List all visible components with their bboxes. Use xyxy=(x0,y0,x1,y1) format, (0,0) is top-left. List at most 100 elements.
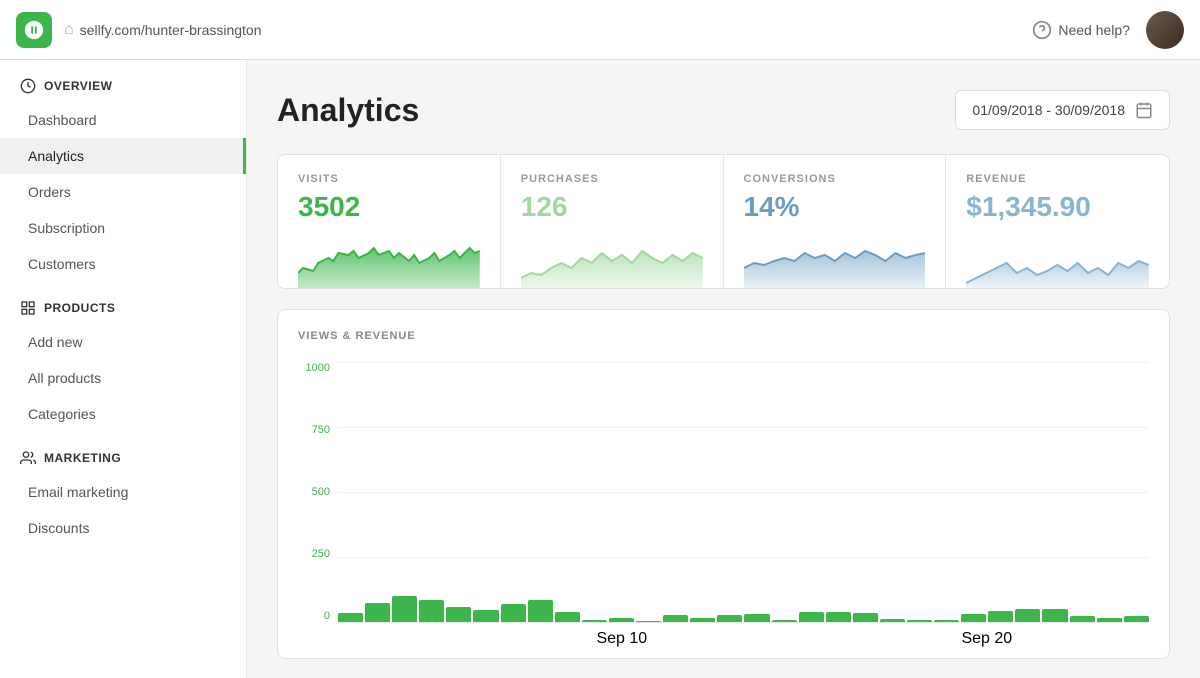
page-header: Analytics 01/09/2018 - 30/09/2018 xyxy=(277,90,1170,130)
bar-6 xyxy=(501,604,526,623)
stat-card-purchases: PURCHASES 126 xyxy=(501,155,724,288)
bar-12 xyxy=(663,615,688,622)
stat-cards: VISITS 3502 xyxy=(277,154,1170,289)
bar-20 xyxy=(880,619,905,622)
revenue-label: REVENUE xyxy=(966,173,1149,185)
x-label-sep20: Sep 20 xyxy=(961,630,1012,648)
chart-x-labels: Sep 10 Sep 20 xyxy=(338,630,1149,648)
user-avatar[interactable] xyxy=(1146,11,1184,49)
bar-chart-container: VIEWS & REVENUE 1000 750 500 250 0 xyxy=(277,309,1170,659)
bar-11 xyxy=(636,621,661,623)
bar-5 xyxy=(473,610,498,623)
sidebar-item-discounts[interactable]: Discounts xyxy=(0,510,246,546)
chart-body: Sep 10 Sep 20 xyxy=(338,362,1149,648)
bar-18 xyxy=(826,612,851,623)
chart-area: 1000 750 500 250 0 xyxy=(298,362,1149,648)
overview-section-header: OVERVIEW xyxy=(0,60,246,102)
y-label-750: 750 xyxy=(298,424,330,436)
revenue-chart xyxy=(966,233,1149,288)
bar-9 xyxy=(582,620,607,623)
purchases-label: PURCHASES xyxy=(521,173,703,185)
products-icon xyxy=(20,300,36,316)
chart-bars xyxy=(338,362,1149,622)
stat-card-revenue: REVENUE $1,345.90 xyxy=(946,155,1169,288)
marketing-icon xyxy=(20,450,36,466)
chart-bars-area xyxy=(338,362,1149,622)
sidebar: OVERVIEW Dashboard Analytics Orders Subs… xyxy=(0,60,247,678)
avatar-image xyxy=(1146,11,1184,49)
chart-y-axis: 1000 750 500 250 0 xyxy=(298,362,338,622)
topbar-right: Need help? xyxy=(1032,11,1184,49)
bar-2 xyxy=(392,596,417,622)
sidebar-item-email-marketing[interactable]: Email marketing xyxy=(0,474,246,510)
overview-label: OVERVIEW xyxy=(44,79,112,93)
conversions-value: 14% xyxy=(744,191,926,223)
help-label: Need help? xyxy=(1058,22,1130,38)
sidebar-item-customers[interactable]: Customers xyxy=(0,246,246,282)
y-label-250: 250 xyxy=(298,548,330,560)
bar-22 xyxy=(934,620,959,623)
bar-4 xyxy=(446,607,471,622)
bar-25 xyxy=(1015,609,1040,622)
revenue-value: $1,345.90 xyxy=(966,191,1149,223)
sidebar-item-categories[interactable]: Categories xyxy=(0,396,246,432)
bar-26 xyxy=(1042,609,1067,622)
x-label-sep10: Sep 10 xyxy=(596,630,647,648)
calendar-icon xyxy=(1135,101,1153,119)
page-title: Analytics xyxy=(277,92,419,129)
bar-10 xyxy=(609,618,634,622)
bar-27 xyxy=(1070,616,1095,622)
date-picker[interactable]: 01/09/2018 - 30/09/2018 xyxy=(955,90,1170,130)
bar-23 xyxy=(961,614,986,622)
bar-3 xyxy=(419,600,444,622)
help-button[interactable]: Need help? xyxy=(1032,20,1130,40)
topbar: ⌂ sellfy.com/hunter-brassington Need hel… xyxy=(0,0,1200,60)
chart-title: VIEWS & REVENUE xyxy=(298,330,1149,342)
date-range-text: 01/09/2018 - 30/09/2018 xyxy=(972,102,1125,118)
url-area: ⌂ sellfy.com/hunter-brassington xyxy=(64,21,1020,39)
marketing-section-header: MARKETING xyxy=(0,432,246,474)
stat-card-visits: VISITS 3502 xyxy=(278,155,501,288)
purchases-chart xyxy=(521,233,703,288)
conversions-label: CONVERSIONS xyxy=(744,173,926,185)
visits-chart xyxy=(298,233,480,288)
y-label-0: 0 xyxy=(298,610,330,622)
sidebar-item-orders[interactable]: Orders xyxy=(0,174,246,210)
sidebar-item-add-new[interactable]: Add new xyxy=(0,324,246,360)
bar-28 xyxy=(1097,618,1122,622)
main-content: Analytics 01/09/2018 - 30/09/2018 VISITS… xyxy=(247,60,1200,678)
y-label-1000: 1000 xyxy=(298,362,330,374)
y-label-500: 500 xyxy=(298,486,330,498)
products-label: PRODUCTS xyxy=(44,301,115,315)
bar-17 xyxy=(799,612,824,622)
conversions-chart xyxy=(744,233,926,288)
url-text: sellfy.com/hunter-brassington xyxy=(80,22,262,38)
sidebar-item-subscription[interactable]: Subscription xyxy=(0,210,246,246)
bar-13 xyxy=(690,618,715,623)
bar-8 xyxy=(555,612,580,623)
bar-7 xyxy=(528,600,553,622)
visits-value: 3502 xyxy=(298,191,480,223)
bar-16 xyxy=(772,620,797,622)
bar-1 xyxy=(365,603,390,622)
help-icon xyxy=(1032,20,1052,40)
bar-21 xyxy=(907,620,932,622)
bar-14 xyxy=(717,615,742,623)
visits-label: VISITS xyxy=(298,173,480,185)
overview-icon xyxy=(20,78,36,94)
bar-15 xyxy=(744,614,769,623)
sidebar-item-dashboard[interactable]: Dashboard xyxy=(0,102,246,138)
stat-card-conversions: CONVERSIONS 14% xyxy=(724,155,947,288)
bar-0 xyxy=(338,613,363,622)
purchases-value: 126 xyxy=(521,191,703,223)
sidebar-item-all-products[interactable]: All products xyxy=(0,360,246,396)
bar-24 xyxy=(988,611,1013,622)
sidebar-item-analytics[interactable]: Analytics xyxy=(0,138,246,174)
marketing-label: MARKETING xyxy=(44,451,121,465)
products-section-header: PRODUCTS xyxy=(0,282,246,324)
bar-19 xyxy=(853,613,878,623)
home-icon[interactable]: ⌂ xyxy=(64,21,74,39)
grid-line-0 xyxy=(338,622,1149,623)
bar-29 xyxy=(1124,616,1149,622)
sellfy-logo[interactable] xyxy=(16,12,52,48)
